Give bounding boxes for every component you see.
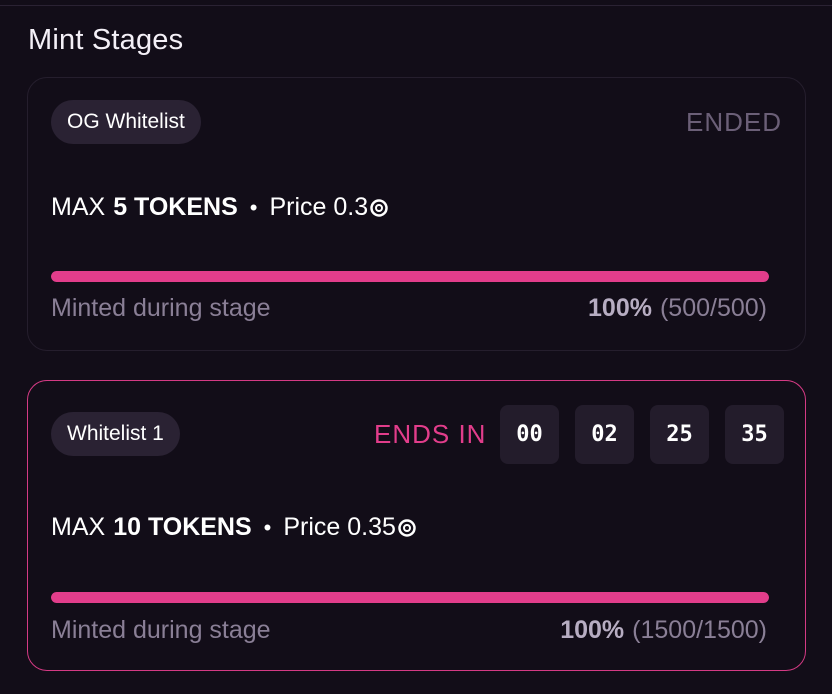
progress-bar xyxy=(51,271,769,282)
coin-icon xyxy=(370,198,388,217)
countdown-days: 00 xyxy=(500,405,559,464)
price-label: Price 0.3 xyxy=(269,193,369,221)
progress-fill xyxy=(51,271,769,282)
separator-dot: • xyxy=(263,514,272,540)
top-divider xyxy=(0,5,832,6)
minted-count: (500/500) xyxy=(659,294,767,322)
minted-label: Minted during stage xyxy=(51,616,271,644)
minted-percent: 100% xyxy=(560,616,625,644)
progress-bar xyxy=(51,592,769,603)
minted-label: Minted during stage xyxy=(51,294,271,322)
stage-badge: OG Whitelist xyxy=(51,100,201,144)
minted-value: 100% (500/500) xyxy=(588,294,767,323)
coin-icon xyxy=(398,518,416,537)
stage-limits: MAX 5 TOKENS • Price 0.3 xyxy=(51,193,388,222)
max-prefix: MAX xyxy=(51,193,106,221)
max-tokens: 5 TOKENS xyxy=(113,193,238,221)
stage-card-og-whitelist: OG Whitelist ENDED MAX 5 TOKENS • Price … xyxy=(27,77,806,351)
section-title: Mint Stages xyxy=(28,24,184,56)
minted-value: 100% (1500/1500) xyxy=(560,616,767,645)
stage-limits: MAX 10 TOKENS • Price 0.35 xyxy=(51,513,416,542)
countdown-hours: 02 xyxy=(575,405,634,464)
countdown-seconds: 35 xyxy=(725,405,784,464)
stage-card-whitelist-1: Whitelist 1 ENDS IN 00 02 25 35 MAX 10 T… xyxy=(27,380,806,671)
stage-status-ends-in: ENDS IN xyxy=(374,419,487,449)
max-tokens: 10 TOKENS xyxy=(113,513,252,541)
stage-status-ended: ENDED xyxy=(685,107,782,137)
progress-fill xyxy=(51,592,769,603)
separator-dot: • xyxy=(249,194,258,220)
max-prefix: MAX xyxy=(51,513,106,541)
stage-badge: Whitelist 1 xyxy=(51,412,180,456)
minted-count: (1500/1500) xyxy=(632,616,767,644)
minted-percent: 100% xyxy=(588,294,652,322)
price-label: Price 0.35 xyxy=(283,513,396,541)
countdown-minutes: 25 xyxy=(650,405,709,464)
